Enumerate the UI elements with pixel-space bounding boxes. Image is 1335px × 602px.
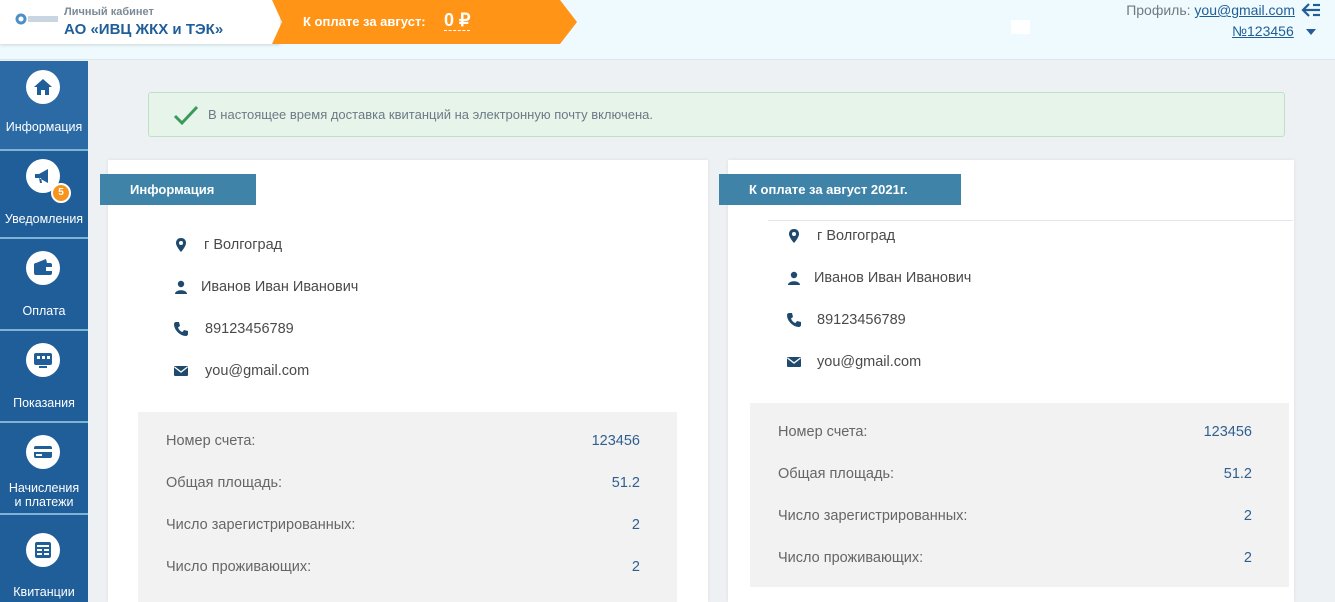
stat-row-residents: Число проживающих: 2 bbox=[166, 556, 640, 578]
stat-label: Общая площадь: bbox=[778, 466, 895, 482]
tab-divider bbox=[768, 220, 1293, 221]
stat-label: Число проживающих: bbox=[778, 550, 924, 566]
sidebar: Информация 5 Уведомления Оплата Показани… bbox=[0, 61, 88, 602]
address-row: г Волгоград bbox=[173, 233, 473, 257]
receipt-icon bbox=[26, 533, 60, 567]
stat-value: 2 bbox=[1243, 550, 1252, 566]
phone-text: 89123456789 bbox=[205, 321, 294, 337]
profile-area: Профиль: you@gmail.com bbox=[1126, 2, 1295, 18]
logout-icon[interactable] bbox=[1300, 2, 1322, 18]
stat-label: Номер счета: bbox=[166, 433, 256, 449]
name-row: Иванов Иван Иванович bbox=[786, 266, 1086, 290]
address-text: г Волгоград bbox=[204, 237, 283, 253]
caret-down-icon[interactable] bbox=[1306, 29, 1316, 35]
sidebar-item-payment[interactable]: Оплата bbox=[0, 241, 88, 331]
home-icon bbox=[26, 70, 60, 104]
stat-label: Общая площадь: bbox=[166, 475, 283, 491]
stat-row-registered: Число зарегистрированных: 2 bbox=[778, 505, 1252, 527]
email-text: you@gmail.com bbox=[817, 354, 922, 370]
stat-value: 51.2 bbox=[611, 475, 640, 491]
wallet-icon bbox=[26, 251, 60, 285]
stat-value: 51.2 bbox=[1223, 466, 1252, 482]
person-icon bbox=[788, 271, 800, 285]
notification-badge: 5 bbox=[51, 183, 71, 203]
info-stats-panel: Номер счета: 123456 Общая площадь: 51.2 … bbox=[138, 412, 677, 602]
alert-message: В настоящее время доставка квитанций на … bbox=[208, 107, 654, 122]
sidebar-label: Информация bbox=[5, 120, 83, 134]
brand-title: АО «ИВЦ ЖКХ и ТЭК» bbox=[64, 21, 224, 38]
meter-icon bbox=[26, 343, 60, 377]
sidebar-label: Начисления bbox=[8, 481, 80, 495]
stat-row-account: Номер счета: 123456 bbox=[778, 421, 1252, 443]
stat-value: 2 bbox=[631, 517, 640, 533]
name-text: Иванов Иван Иванович bbox=[814, 270, 972, 286]
sidebar-item-readings[interactable]: Показания bbox=[0, 333, 88, 423]
stat-row-area: Общая площадь: 51.2 bbox=[778, 463, 1252, 485]
header-placeholder bbox=[1011, 20, 1030, 34]
sidebar-item-information[interactable]: Информация bbox=[0, 61, 88, 151]
sidebar-item-receipts[interactable]: Квитанции bbox=[0, 519, 88, 602]
payment-label: К оплате за август: bbox=[303, 14, 426, 29]
check-icon bbox=[173, 105, 199, 126]
sidebar-label: Квитанции bbox=[13, 585, 75, 599]
phone-icon bbox=[787, 313, 801, 327]
stat-label: Число зарегистрированных: bbox=[166, 517, 356, 533]
stat-row-area: Общая площадь: 51.2 bbox=[166, 472, 640, 494]
name-text: Иванов Иван Иванович bbox=[201, 279, 359, 295]
phone-text: 89123456789 bbox=[817, 312, 906, 328]
payment-card-tab: К оплате за август 2021г. bbox=[719, 174, 961, 205]
profile-email-link[interactable]: you@gmail.com bbox=[1194, 2, 1295, 18]
phone-row: 89123456789 bbox=[786, 308, 1086, 332]
stat-label: Номер счета: bbox=[778, 424, 868, 440]
stat-value: 123456 bbox=[591, 433, 640, 449]
info-card-tab: Информация bbox=[100, 174, 256, 205]
person-icon bbox=[175, 280, 187, 294]
sidebar-label: Уведомления bbox=[4, 212, 84, 226]
location-pin-icon bbox=[176, 238, 186, 252]
location-pin-icon bbox=[789, 229, 799, 243]
stat-label: Число проживающих: bbox=[166, 559, 312, 575]
name-row: Иванов Иван Иванович bbox=[173, 275, 473, 299]
sidebar-label: Показания bbox=[13, 396, 75, 410]
email-row: you@gmail.com bbox=[786, 350, 1086, 374]
account-selector[interactable]: №123456 bbox=[1232, 23, 1294, 39]
stat-label: Число зарегистрированных: bbox=[778, 508, 968, 524]
phone-row: 89123456789 bbox=[173, 317, 473, 341]
address-text: г Волгоград bbox=[817, 228, 896, 244]
stat-value: 123456 bbox=[1203, 424, 1252, 440]
sidebar-label: Оплата bbox=[22, 304, 66, 318]
envelope-icon bbox=[787, 357, 801, 367]
stat-row-residents: Число проживающих: 2 bbox=[778, 547, 1252, 569]
stat-value: 2 bbox=[631, 559, 640, 575]
logo-icon bbox=[15, 13, 58, 25]
payment-amount[interactable]: 0 ₽ bbox=[444, 10, 471, 31]
address-row: г Волгоград bbox=[786, 224, 1086, 248]
sidebar-label-line2: и платежи bbox=[14, 495, 74, 509]
email-delivery-alert: В настоящее время доставка квитанций на … bbox=[148, 92, 1285, 137]
profile-label: Профиль: bbox=[1126, 2, 1191, 18]
phone-icon bbox=[174, 322, 188, 336]
card-icon bbox=[26, 435, 60, 469]
sidebar-item-charges[interactable]: Начисления и платежи bbox=[0, 425, 88, 515]
sidebar-item-notifications[interactable]: 5 Уведомления bbox=[0, 149, 88, 239]
stat-row-registered: Число зарегистрированных: 2 bbox=[166, 514, 640, 536]
brand-block[interactable]: Личный кабинет АО «ИВЦ ЖКХ и ТЭК» bbox=[0, 0, 280, 44]
stat-row-account: Номер счета: 123456 bbox=[166, 430, 640, 452]
payment-stats-panel: Номер счета: 123456 Общая площадь: 51.2 … bbox=[750, 403, 1289, 587]
top-header: Личный кабинет АО «ИВЦ ЖКХ и ТЭК» К опла… bbox=[0, 0, 1335, 60]
email-row: you@gmail.com bbox=[173, 359, 473, 383]
stat-value: 2 bbox=[1243, 508, 1252, 524]
envelope-icon bbox=[174, 366, 188, 376]
brand-subtitle: Личный кабинет bbox=[64, 6, 154, 18]
email-text: you@gmail.com bbox=[205, 363, 310, 379]
